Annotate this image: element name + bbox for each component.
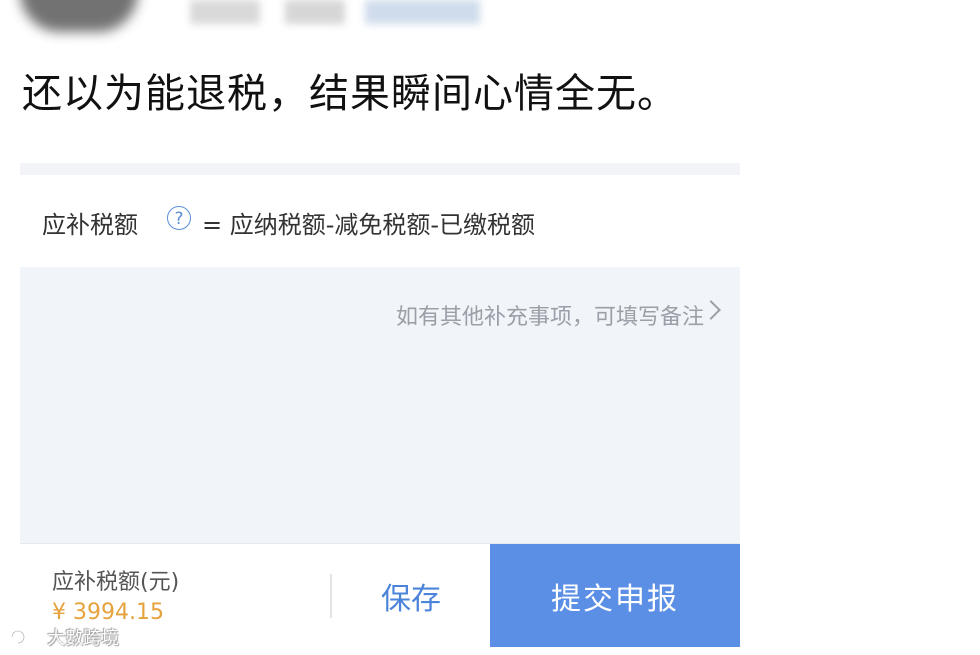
post-header	[0, 0, 520, 40]
help-icon[interactable]: ?	[167, 206, 191, 230]
add-note-link[interactable]: 如有其他补充事项，可填写备注	[396, 299, 704, 331]
watermark-logo-icon	[11, 630, 39, 644]
formula-label: 应补税额	[42, 211, 138, 239]
post-text: 还以为能退税，结果瞬间心情全无。	[22, 71, 678, 117]
tax-due-label: 应补税额(元)	[52, 570, 180, 595]
top-strip	[20, 163, 740, 175]
save-button[interactable]: 保存	[332, 544, 490, 647]
formula-text: = 应纳税额-减免税额-已缴税额	[202, 211, 536, 239]
watermark-text: 大數跨境	[47, 628, 120, 649]
app-screenshot: 应补税额 ? = 应纳税额-减免税额-已缴税额 如有其他补充事项，可填写备注 应…	[20, 163, 740, 647]
bottom-action-bar: 应补税额(元) ¥ 3994.15 保存 提交申报	[20, 543, 740, 647]
submit-declaration-button[interactable]: 提交申报	[490, 544, 740, 647]
tax-formula-row: 应补税额 ? = 应纳税额-减免税额-已缴税额	[20, 175, 740, 267]
chevron-right-icon[interactable]	[701, 300, 721, 320]
blurred-source	[365, 0, 480, 24]
blurred-username[interactable]	[190, 0, 260, 24]
avatar[interactable]	[20, 0, 138, 32]
blurred-timestamp	[285, 0, 345, 24]
watermark: 大數跨境	[8, 624, 119, 650]
tax-due-amount: ¥ 3994.15	[52, 600, 164, 625]
